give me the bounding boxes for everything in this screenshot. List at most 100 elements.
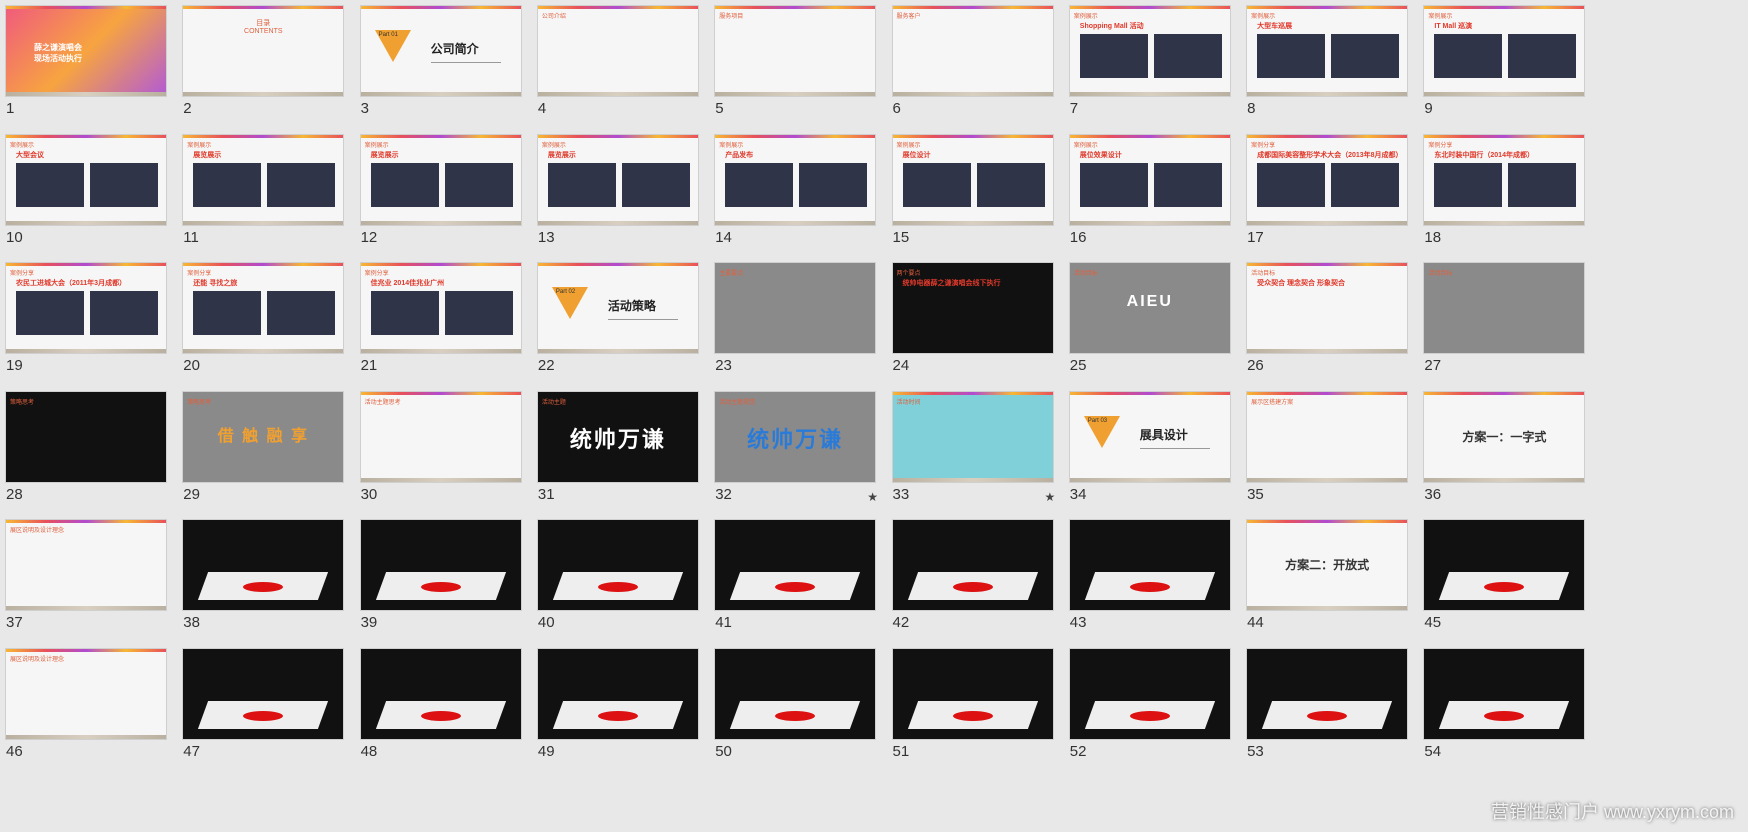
slide-number: 3 <box>360 100 369 117</box>
slide-thumbnail[interactable]: 案例展示 展览展示 <box>537 134 698 225</box>
slide-thumbnail[interactable]: Part 01 公司简介 <box>360 6 521 96</box>
slide-bottom-stripe <box>6 349 166 353</box>
slide-cell: Part 02 活动策略 22 <box>532 257 722 392</box>
slide-thumbnail[interactable] <box>537 648 698 739</box>
slide-subtitle: 农民工进城大会（2011年3月成都） <box>16 280 127 287</box>
slide-subtitle: IT Mall 巡演 <box>1434 23 1473 30</box>
slide-thumbnail[interactable]: 展示区搭建方案 <box>1247 391 1408 482</box>
slide-header: 案例展示 <box>719 142 744 149</box>
slide-thumbnail[interactable]: 两个要点 统帅电器薛之谦演唱会线下执行 <box>892 263 1053 353</box>
slide-thumbnail[interactable]: 服务客户 <box>892 6 1053 96</box>
slide-cell: 50 <box>709 643 899 778</box>
slide-photo <box>1079 34 1148 78</box>
slide-thumbnail[interactable]: 活动目标 <box>1424 263 1585 353</box>
slide-number: 54 <box>1424 742 1442 760</box>
slide-bottom-stripe <box>1424 92 1585 96</box>
slide-thumbnail[interactable]: 活动时间 <box>892 391 1053 482</box>
slide-top-stripe <box>1069 391 1230 395</box>
slide-cell: Part 01 公司简介 3 <box>355 0 545 135</box>
slide-thumbnail[interactable] <box>537 520 698 610</box>
slide-thumbnail[interactable]: 案例展示 展位效果设计 <box>1069 134 1230 225</box>
slide-thumbnail[interactable] <box>1424 520 1585 610</box>
slide-top-stripe <box>537 134 698 138</box>
slide-thumbnail[interactable]: 活动主题视觉 统帅万谦 <box>715 391 876 482</box>
slide-subtitle: CONTENTS <box>244 28 283 35</box>
slide-cell: Part 03 展具设计 34 <box>1064 386 1254 521</box>
slide-number: 45 <box>1424 614 1442 631</box>
render-red-accent <box>1129 582 1170 592</box>
slide-thumbnail[interactable]: 案例展示 大型会议 <box>6 134 166 225</box>
slide-thumbnail[interactable]: 案例展示 展览展示 <box>360 134 521 225</box>
slide-top-stripe <box>6 6 166 9</box>
slide-thumbnail[interactable]: 案例展示 产品发布 <box>715 134 876 225</box>
slide-photo <box>1434 34 1503 78</box>
slide-thumbnail[interactable]: 活动目标 受众契合 理念契合 形象契合 <box>1247 263 1408 353</box>
slide-bottom-stripe <box>892 92 1053 96</box>
slide-subtitle: 展览展示 <box>547 151 576 159</box>
slide-thumbnail[interactable] <box>892 520 1053 610</box>
slide-thumbnail[interactable]: 方案二：开放式 <box>1247 520 1408 610</box>
slide-thumbnail[interactable]: CONTENTS 目录 <box>183 6 344 96</box>
slide-header: 服务客户 <box>896 14 921 20</box>
slide-thumbnail[interactable]: 公司介绍 <box>537 6 698 96</box>
slide-thumbnail[interactable]: Part 02 活动策略 <box>537 263 698 353</box>
slide-thumbnail[interactable]: 案例展示 IT Mall 巡演 <box>1424 6 1585 96</box>
slide-cell: 案例分享 佳兆业 2014佳兆业广州 21 <box>355 257 545 392</box>
slide-photo <box>16 162 84 207</box>
slide-thumbnail[interactable]: 薛之谦演唱会 现场活动执行 <box>6 6 166 96</box>
slide-thumbnail[interactable]: 案例分享 东北时装中国行（2014年成都） <box>1424 134 1585 225</box>
slide-photo <box>90 291 158 335</box>
slide-thumbnail[interactable]: 方案一：一字式 <box>1424 391 1585 482</box>
slide-number: 37 <box>6 614 23 631</box>
slide-thumbnail[interactable]: 展区说明及设计理念 <box>6 520 166 610</box>
slide-thumbnail[interactable]: 案例分享 成都国际美容整形学术大会（2013年8月成都） <box>1247 134 1408 225</box>
slide-thumbnail[interactable]: 活动目标 AIEU <box>1069 263 1230 353</box>
slide-thumbnail[interactable]: 案例分享 还能 寻找之旅 <box>183 263 344 353</box>
slide-number: 15 <box>892 228 910 246</box>
slide-photo <box>193 162 262 207</box>
slide-thumbnail[interactable]: Part 03 展具设计 <box>1069 391 1230 482</box>
slide-top-stripe <box>360 134 521 138</box>
slide-thumbnail[interactable] <box>1247 648 1408 739</box>
slide-thumbnail[interactable]: 案例分享 佳兆业 2014佳兆业广州 <box>360 263 521 353</box>
slide-thumbnail[interactable] <box>715 648 876 739</box>
slide-thumbnail[interactable]: 案例展示 Shopping Mall 活动 <box>1069 6 1230 96</box>
slide-subtitle: 展位效果设计 <box>1079 151 1122 159</box>
divider-line <box>1139 447 1210 449</box>
slide-thumbnail[interactable] <box>715 520 876 610</box>
slide-thumbnail[interactable] <box>1069 520 1230 610</box>
slide-thumbnail[interactable]: 活动主题 统帅万谦 <box>537 391 698 482</box>
slide-thumbnail[interactable]: 活动主题思考 <box>360 391 521 482</box>
slide-thumbnail[interactable] <box>360 648 521 739</box>
slide-title: 目录 <box>256 20 271 27</box>
slide-subtitle: 展位设计 <box>902 151 931 159</box>
slide-thumbnail[interactable] <box>183 520 344 610</box>
slide-thumbnail[interactable]: 策略思考借 触 融 享 <box>183 391 344 482</box>
slide-cell: 活动目标 AIEU 25 <box>1064 257 1254 392</box>
slide-number: 9 <box>1424 100 1433 117</box>
slide-thumbnail[interactable]: 展区说明及设计理念 <box>6 648 166 739</box>
slide-thumbnail[interactable]: 案例展示 展览展示 <box>183 134 344 225</box>
slide-thumbnail[interactable] <box>183 648 344 739</box>
slide-thumbnail[interactable]: 策略思考 <box>6 391 166 482</box>
slide-thumbnail[interactable]: 案例展示 大型车巡展 <box>1247 6 1408 96</box>
slide-cell: 活动主题视觉 统帅万谦 32 ★ <box>709 386 899 521</box>
slide-bottom-stripe <box>715 220 876 225</box>
slide-top-stripe <box>360 263 521 266</box>
slide-header: 活动目标 <box>1251 271 1276 277</box>
slide-thumbnail[interactable]: 主要要点 <box>715 263 876 353</box>
slide-thumbnail[interactable] <box>360 520 521 610</box>
slide-thumbnail[interactable] <box>1069 648 1230 739</box>
slide-cell: 方案二：开放式 44 <box>1241 514 1431 649</box>
slide-top-stripe <box>1247 391 1408 395</box>
slide-thumbnail[interactable]: 服务项目 <box>715 6 876 96</box>
slide-cell: 40 <box>532 514 722 649</box>
slide-cell: 53 <box>1241 643 1431 778</box>
slide-bottom-stripe <box>892 477 1053 482</box>
slide-thumbnail[interactable] <box>1424 648 1585 739</box>
slide-thumbnail[interactable]: 案例展示 展位设计 <box>892 134 1053 225</box>
slide-header: 案例展示 <box>10 142 35 149</box>
slide-thumbnail[interactable]: 案例分享 农民工进城大会（2011年3月成都） <box>6 263 166 353</box>
part-title: 展具设计 <box>1139 427 1188 442</box>
slide-thumbnail[interactable] <box>892 648 1053 739</box>
